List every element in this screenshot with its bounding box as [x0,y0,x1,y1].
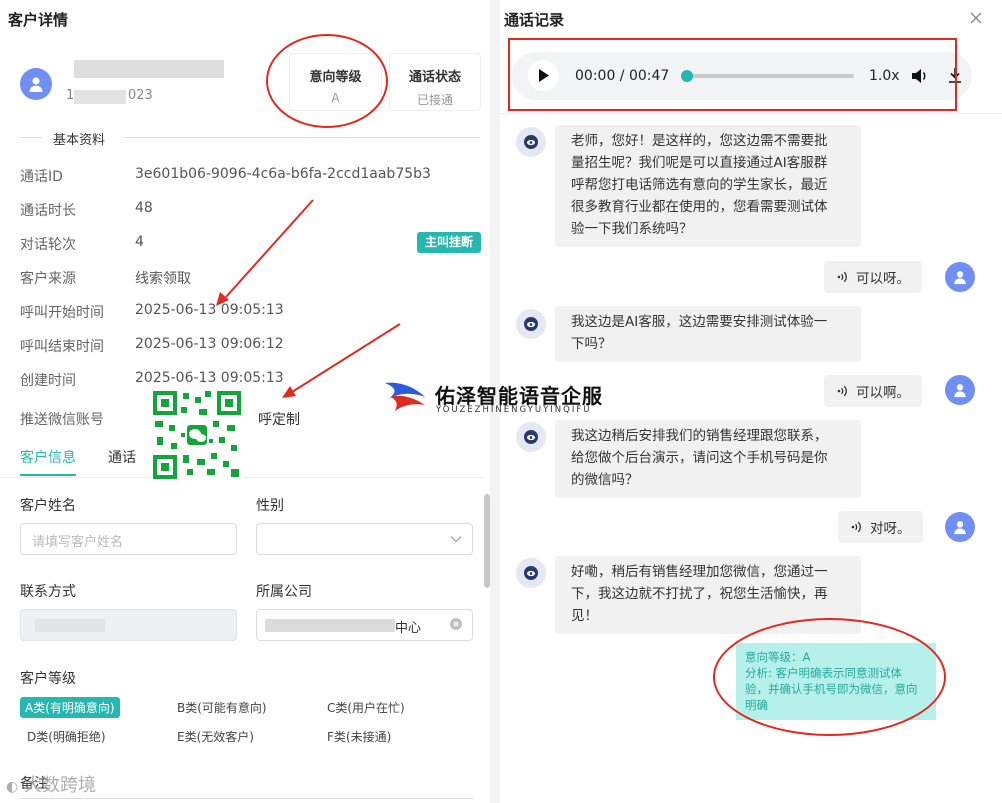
watermark-text: 大数跨境 [23,775,96,796]
app-window: 客户详情 1 023 意向等级 A 通话状态 已接通 基本资料 通话ID 3e6… [0,0,1002,803]
brand-logo-icon [385,382,425,411]
brand-watermark: 佑泽智能语音企服 YOUZEZHINENGYUYINQIFU [383,377,673,421]
arrow-head [216,292,229,306]
qr-code [151,389,243,481]
brand-subtitle: YOUZEZHINENGYUYINQIFU [436,405,592,415]
arrow-head [282,386,296,398]
qr-code-graphic [153,391,241,479]
watermark-icon: ◐ [6,779,19,795]
corner-watermark: ◐ 大数跨境 [6,771,96,797]
arrow-line [225,199,314,298]
